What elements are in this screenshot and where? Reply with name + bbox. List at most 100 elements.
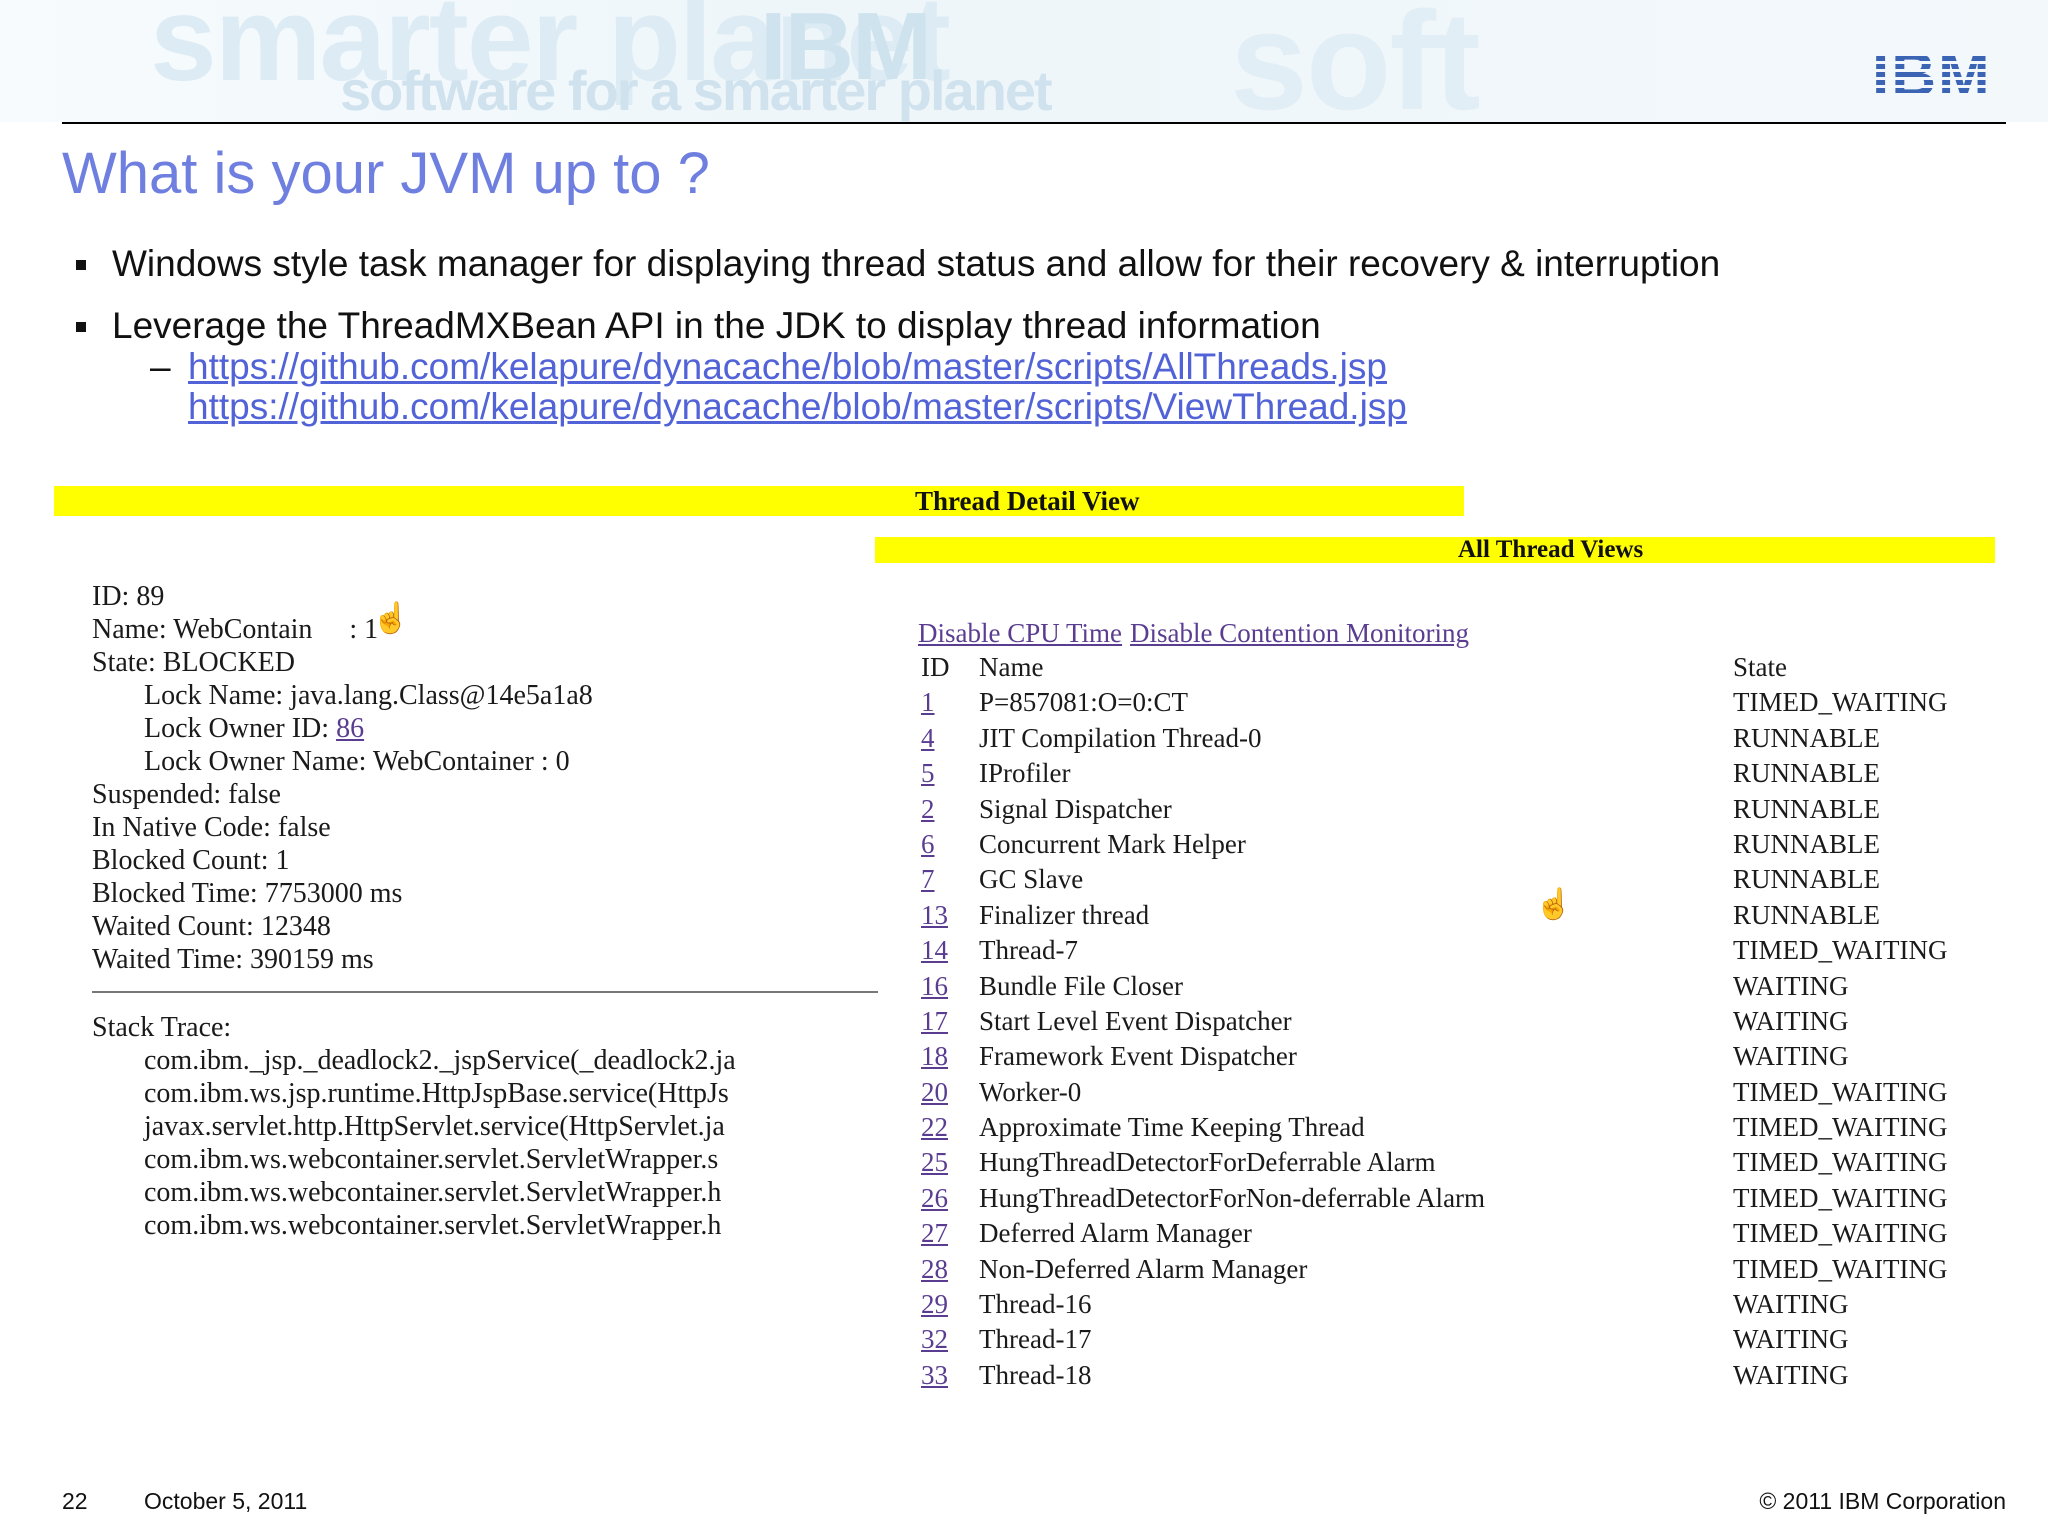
thread-name-a: Name: WebContain bbox=[92, 614, 313, 645]
bullet-item: Leverage the ThreadMXBean API in the JDK… bbox=[72, 304, 2022, 348]
thread-id-link[interactable]: 17 bbox=[921, 1006, 948, 1036]
ibm-logo-text: IBM bbox=[1872, 45, 2006, 107]
footer-page-number: 22 bbox=[62, 1488, 88, 1514]
in-native-code: In Native Code: false bbox=[92, 812, 331, 843]
thread-id-link[interactable]: 25 bbox=[921, 1147, 948, 1177]
thread-id-link[interactable]: 20 bbox=[921, 1077, 948, 1107]
thread-table-body: 1 P=857081:O=0:CT TIMED_WAITING 4 JIT Compil… bbox=[918, 685, 2018, 1393]
slide-title: What is your JVM up to ? bbox=[62, 141, 710, 206]
thread-id-link[interactable]: 18 bbox=[921, 1041, 948, 1071]
thread-name-cell: Framework Event Dispatcher bbox=[979, 1041, 1297, 1072]
disable-contention-monitoring-link[interactable]: Disable Contention Monitoring bbox=[1130, 618, 1469, 648]
thread-state-cell: TIMED_WAITING bbox=[1733, 935, 1948, 966]
thread-id-link[interactable]: 32 bbox=[921, 1324, 948, 1354]
thread-name-cell: Signal Dispatcher bbox=[979, 793, 1172, 824]
thread-id: ID: 89 bbox=[92, 581, 165, 612]
thread-id-link[interactable]: 29 bbox=[921, 1289, 948, 1319]
thread-row: 32 Thread-17 WAITING bbox=[918, 1322, 2018, 1357]
thread-state-cell: WAITING bbox=[1733, 1359, 1849, 1390]
ibm-logo: IBM bbox=[1872, 45, 2006, 107]
thread-id-link[interactable]: 5 bbox=[921, 758, 935, 788]
thread-id-link[interactable]: 33 bbox=[921, 1360, 948, 1390]
bullet-item: Windows style task manager for displayin… bbox=[72, 242, 2022, 286]
thread-state-cell: WAITING bbox=[1733, 970, 1849, 1001]
header-divider bbox=[62, 122, 2006, 124]
thread-id-link[interactable]: 22 bbox=[921, 1112, 948, 1142]
thread-state-cell: TIMED_WAITING bbox=[1733, 1218, 1948, 1249]
lock-owner-name: Lock Owner Name: WebContainer : 0 bbox=[144, 746, 570, 777]
banner-watermark-ibm: IBM bbox=[760, 0, 932, 100]
thread-id-cell: 7 bbox=[918, 862, 979, 897]
lock-owner-id: Lock Owner ID: 86 bbox=[92, 712, 878, 745]
thread-state-cell: TIMED_WAITING bbox=[1733, 1112, 1948, 1143]
stack-frame: com.ibm._jsp._deadlock2._jspService(_dea… bbox=[144, 1045, 736, 1076]
thread-id-cell: 17 bbox=[918, 1004, 979, 1039]
link-allthreads-jsp[interactable]: https://github.com/kelapure/dynacache/bl… bbox=[188, 347, 1407, 387]
thread-id-cell: 32 bbox=[918, 1322, 979, 1357]
thread-row: 17 Start Level Event Dispatcher WAITING bbox=[918, 1004, 2018, 1039]
hand-pointer-cursor-icon: ☝ bbox=[372, 602, 410, 635]
thread-row: 14 Thread-7 TIMED_WAITING bbox=[918, 933, 2018, 968]
sub-bullet-dash: – bbox=[150, 346, 171, 387]
bullet-square-icon bbox=[76, 260, 86, 270]
lock-name: Lock Name: java.lang.Class@14e5a1a8 bbox=[144, 680, 593, 711]
thread-row: 26 HungThreadDetectorForNon-deferrable Al… bbox=[918, 1181, 2018, 1216]
stack-frame: javax.servlet.http.HttpServlet.service(H… bbox=[144, 1111, 725, 1142]
thread-id-cell: 28 bbox=[918, 1252, 979, 1287]
thread-id-cell: 2 bbox=[918, 792, 979, 827]
thread-row: 4 JIT Compilation Thread-0 RUNNABLE bbox=[918, 721, 2018, 756]
thread-name-cell: GC Slave bbox=[979, 864, 1084, 895]
thread-id-cell: 1 bbox=[918, 685, 979, 720]
thread-id-link[interactable]: 7 bbox=[921, 864, 935, 894]
thread-id-link[interactable]: 2 bbox=[921, 794, 935, 824]
thread-state-cell: TIMED_WAITING bbox=[1733, 1182, 1948, 1213]
thread-name-cell: Concurrent Mark Helper bbox=[979, 828, 1246, 859]
thread-row: 33 Thread-18 WAITING bbox=[918, 1358, 2018, 1393]
thread-id-link[interactable]: 1 bbox=[921, 687, 935, 717]
thread-name-cell: Finalizer thread bbox=[979, 899, 1150, 930]
stack-frame: com.ibm.ws.webcontainer.servlet.ServletW… bbox=[144, 1210, 722, 1241]
bullet-text: Windows style task manager for displayin… bbox=[112, 243, 1721, 284]
thread-row: 29 Thread-16 WAITING bbox=[918, 1287, 2018, 1322]
thread-name-cell: Thread-7 bbox=[979, 935, 1078, 966]
thread-id-link[interactable]: 28 bbox=[921, 1254, 948, 1284]
thread-state-cell: WAITING bbox=[1733, 1324, 1849, 1355]
thread-row: 7 GC Slave RUNNABLE bbox=[918, 862, 2018, 897]
thread-state-cell: WAITING bbox=[1733, 1041, 1849, 1072]
thread-state-cell: RUNNABLE bbox=[1733, 828, 1880, 859]
thread-state-cell: RUNNABLE bbox=[1733, 722, 1880, 753]
disable-cpu-time-link[interactable]: Disable CPU Time bbox=[918, 618, 1122, 648]
thread-id-link[interactable]: 4 bbox=[921, 723, 935, 753]
link-viewthread-jsp[interactable]: https://github.com/kelapure/dynacache/bl… bbox=[188, 387, 1407, 427]
all-threads-heading: All Thread Views bbox=[1458, 536, 1644, 563]
thread-id-link[interactable]: 26 bbox=[921, 1183, 948, 1213]
thread-detail-heading: Thread Detail View bbox=[915, 486, 1140, 516]
thread-name-cell: Thread-17 bbox=[979, 1324, 1092, 1355]
thread-state-cell: RUNNABLE bbox=[1733, 758, 1880, 789]
thread-state-cell: TIMED_WAITING bbox=[1733, 1076, 1948, 1107]
thread-state-cell: RUNNABLE bbox=[1733, 793, 1880, 824]
thread-row: 27 Deferred Alarm Manager TIMED_WAITING bbox=[918, 1216, 2018, 1251]
thread-row: 28 Non-Deferred Alarm Manager TIMED_WAITIN… bbox=[918, 1252, 2018, 1287]
thread-id-cell: 26 bbox=[918, 1181, 979, 1216]
thread-id-link[interactable]: 6 bbox=[921, 829, 935, 859]
thread-id-cell: 29 bbox=[918, 1287, 979, 1322]
thread-id-link[interactable]: 13 bbox=[921, 900, 948, 930]
thread-name-cell: Bundle File Closer bbox=[979, 970, 1183, 1001]
waited-time: Waited Time: 390159 ms bbox=[92, 944, 374, 975]
thread-id-link[interactable]: 27 bbox=[921, 1218, 948, 1248]
thread-id-link[interactable]: 14 bbox=[921, 935, 948, 965]
thread-detail-panel: ID: 89 Name: WebContain : 1 State: BLOCK… bbox=[92, 580, 878, 1242]
col-state-header: State bbox=[1733, 652, 1787, 682]
thread-row: 20 Worker-0 TIMED_WAITING bbox=[918, 1075, 2018, 1110]
col-name-header: Name bbox=[979, 652, 1044, 682]
thread-id-link[interactable]: 16 bbox=[921, 971, 948, 1001]
waited-count: Waited Count: 12348 bbox=[92, 911, 331, 942]
lock-owner-id-link[interactable]: 86 bbox=[336, 713, 364, 744]
thread-state-cell: TIMED_WAITING bbox=[1733, 687, 1948, 718]
thread-id-cell: 18 bbox=[918, 1039, 979, 1074]
thread-state-cell: WAITING bbox=[1733, 1289, 1849, 1320]
thread-row: 16 Bundle File Closer WAITING bbox=[918, 969, 2018, 1004]
detail-divider bbox=[92, 991, 878, 993]
thread-id-cell: 16 bbox=[918, 969, 979, 1004]
